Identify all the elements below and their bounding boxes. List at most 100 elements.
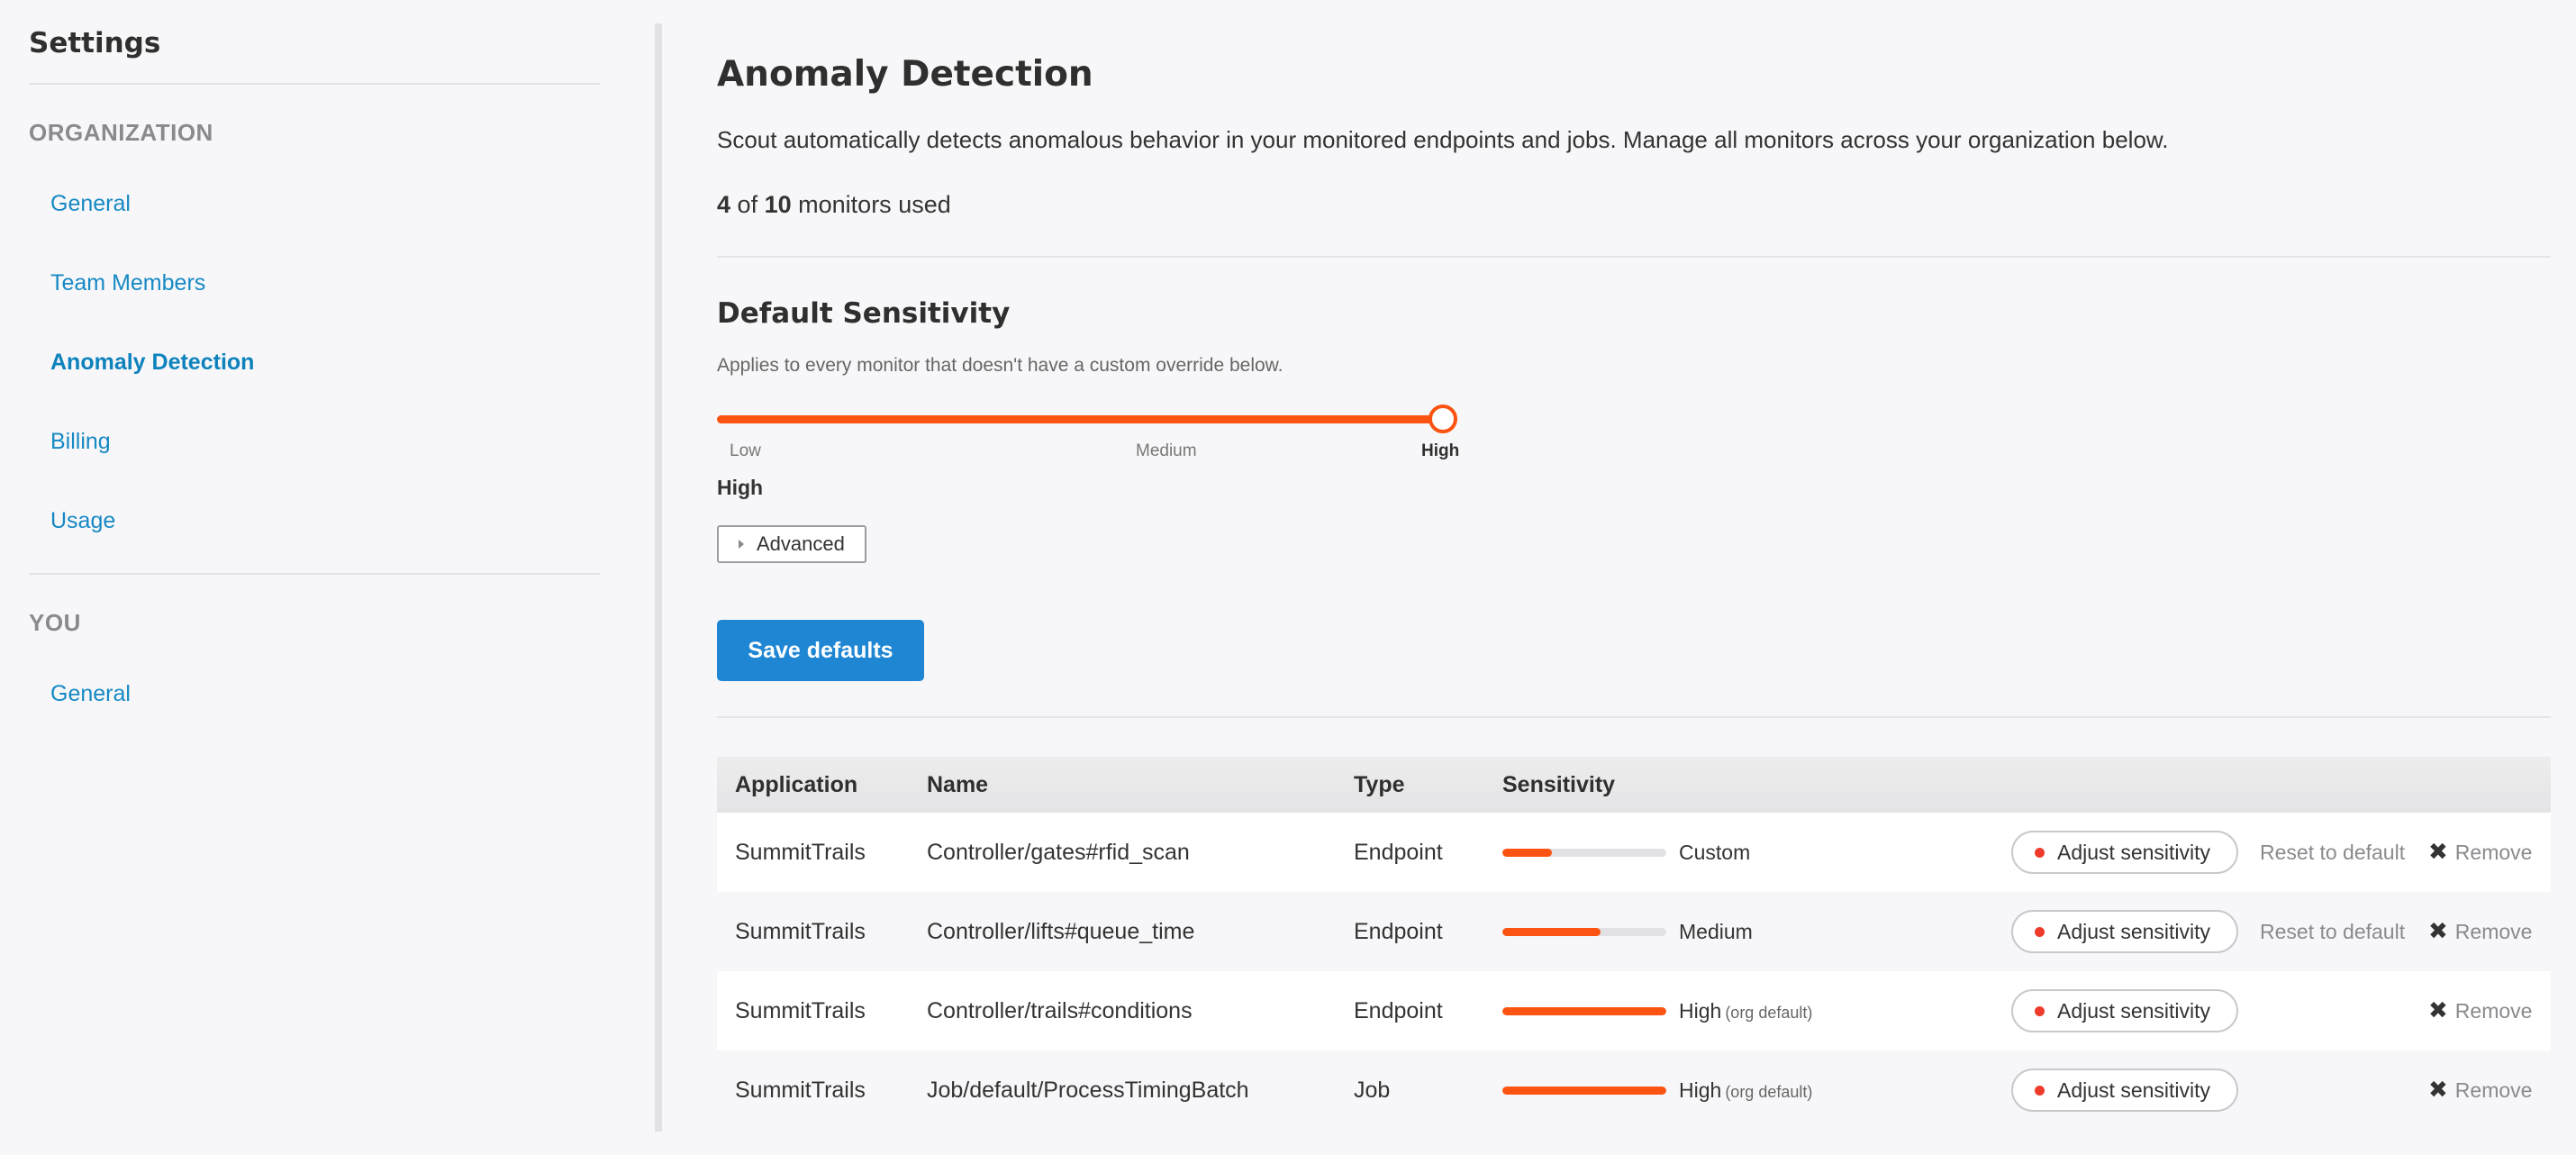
sidebar-item-billing[interactable]: Billing <box>29 402 600 481</box>
cell-name: Controller/gates#rfid_scan <box>927 839 1190 865</box>
slider-label-high: High <box>1421 441 1460 460</box>
remove-link[interactable]: ✖ Remove <box>2428 918 2532 945</box>
sidebar-item-usage[interactable]: Usage <box>29 481 600 560</box>
sensitivity-bar <box>1502 927 1666 936</box>
cell-application: SummitTrails <box>735 839 866 865</box>
cell-application: SummitTrails <box>735 997 866 1023</box>
sensitivity-bar-fill <box>1502 1086 1666 1095</box>
save-defaults-button[interactable]: Save defaults <box>717 620 924 681</box>
header-application: Application <box>735 771 858 797</box>
sidebar-item-team-members[interactable]: Team Members <box>29 243 600 323</box>
table-body: SummitTrails Controller/gates#rfid_scan … <box>717 813 2551 1130</box>
slider-label-low: Low <box>730 441 761 460</box>
you-heading: YOU <box>29 609 81 636</box>
default-sensitivity-title: Default Sensitivity <box>717 297 1011 330</box>
current-sensitivity-level: High <box>717 476 764 499</box>
adjust-sensitivity-button[interactable]: Adjust sensitivity <box>2011 831 2238 874</box>
caret-right-icon <box>739 540 744 549</box>
status-dot-icon <box>2035 1085 2045 1096</box>
default-sensitivity-description: Applies to every monitor that doesn't ha… <box>717 355 1283 376</box>
status-dot-icon <box>2035 847 2045 858</box>
remove-label: Remove <box>2454 919 2533 943</box>
close-x-icon: ✖ <box>2428 1077 2448 1104</box>
cell-application: SummitTrails <box>735 1077 866 1103</box>
usage-suffix: monitors used <box>798 191 951 218</box>
sidebar-item-org-general[interactable]: General <box>29 164 600 243</box>
sensitivity-label: Custom <box>1679 840 1751 864</box>
sensitivity-bar-fill <box>1502 1006 1666 1015</box>
sensitivity-label: Medium <box>1679 919 1753 943</box>
sidebar-item-you-general[interactable]: General <box>29 654 600 733</box>
cell-name: Job/default/ProcessTimingBatch <box>927 1077 1249 1103</box>
remove-link[interactable]: ✖ Remove <box>2428 997 2532 1024</box>
remove-link[interactable]: ✖ Remove <box>2428 839 2532 866</box>
adjust-label: Adjust sensitivity <box>2057 998 2211 1023</box>
sensitivity-bar <box>1502 848 1666 857</box>
sensitivity-note: (org default) <box>1725 1082 1813 1101</box>
usage-of: of <box>737 191 758 218</box>
close-x-icon: ✖ <box>2428 839 2448 866</box>
sensitivity-slider-track[interactable] <box>717 415 1457 423</box>
divider <box>717 716 2551 718</box>
advanced-toggle-button[interactable]: Advanced <box>717 525 866 563</box>
sensitivity-label: High <box>1679 1078 1722 1102</box>
remove-link[interactable]: ✖ Remove <box>2428 1077 2532 1104</box>
usage-total: 10 <box>764 191 792 218</box>
reset-to-default-link[interactable]: Reset to default <box>2260 920 2405 944</box>
sidebar-divider <box>29 573 600 575</box>
adjust-sensitivity-button[interactable]: Adjust sensitivity <box>2011 910 2238 953</box>
header-type: Type <box>1354 771 1405 797</box>
remove-label: Remove <box>2454 1078 2533 1102</box>
adjust-sensitivity-button[interactable]: Adjust sensitivity <box>2011 1069 2238 1112</box>
settings-sidebar: Settings ORGANIZATION General Team Membe… <box>29 23 600 733</box>
cell-type: Job <box>1354 1077 1391 1103</box>
cell-name: Controller/trails#conditions <box>927 997 1193 1023</box>
close-x-icon: ✖ <box>2428 997 2448 1024</box>
header-sensitivity: Sensitivity <box>1502 771 1616 797</box>
usage-used: 4 <box>717 191 731 218</box>
table-row: SummitTrails Controller/gates#rfid_scan … <box>717 813 2551 892</box>
sensitivity-label: High <box>1679 998 1722 1023</box>
sidebar-separator <box>655 23 662 1132</box>
cell-sensitivity: High (org default) <box>1679 1078 1812 1103</box>
table-row: SummitTrails Job/default/ProcessTimingBa… <box>717 1050 2551 1130</box>
remove-label: Remove <box>2454 840 2533 864</box>
status-dot-icon <box>2035 1005 2045 1016</box>
adjust-label: Adjust sensitivity <box>2057 1078 2211 1102</box>
table-row: SummitTrails Controller/lifts#queue_time… <box>717 892 2551 971</box>
header-name: Name <box>927 771 989 797</box>
page-title: Anomaly Detection <box>717 54 1093 95</box>
advanced-label: Advanced <box>757 532 845 555</box>
cell-sensitivity: Custom <box>1679 841 1754 865</box>
cell-type: Endpoint <box>1354 839 1443 865</box>
table-header: Application Name Type Sensitivity <box>717 757 2551 813</box>
cell-application: SummitTrails <box>735 918 866 944</box>
monitors-table: Application Name Type Sensitivity Summit… <box>717 757 2551 1130</box>
sensitivity-bar-fill <box>1502 848 1552 857</box>
monitor-usage: 4 of 10 monitors used <box>717 191 951 219</box>
cell-sensitivity: High (org default) <box>1679 999 1812 1023</box>
reset-to-default-link[interactable]: Reset to default <box>2260 841 2405 865</box>
divider <box>717 256 2551 258</box>
remove-label: Remove <box>2454 998 2533 1023</box>
sensitivity-slider-thumb[interactable] <box>1429 405 1457 433</box>
cell-sensitivity: Medium <box>1679 920 1756 944</box>
table-row: SummitTrails Controller/trails#condition… <box>717 971 2551 1050</box>
sidebar-title: Settings <box>29 23 600 85</box>
sensitivity-bar-fill <box>1502 927 1601 936</box>
page-description: Scout automatically detects anomalous be… <box>717 126 2169 153</box>
cell-type: Endpoint <box>1354 918 1443 944</box>
close-x-icon: ✖ <box>2428 918 2448 945</box>
cell-name: Controller/lifts#queue_time <box>927 918 1195 944</box>
sidebar-item-anomaly-detection[interactable]: Anomaly Detection <box>29 323 600 402</box>
cell-type: Endpoint <box>1354 997 1443 1023</box>
adjust-label: Adjust sensitivity <box>2057 840 2211 864</box>
sensitivity-bar <box>1502 1086 1666 1095</box>
sensitivity-bar <box>1502 1006 1666 1015</box>
organization-heading: ORGANIZATION <box>29 119 213 146</box>
adjust-label: Adjust sensitivity <box>2057 919 2211 943</box>
adjust-sensitivity-button[interactable]: Adjust sensitivity <box>2011 989 2238 1032</box>
status-dot-icon <box>2035 926 2045 937</box>
slider-label-medium: Medium <box>1136 441 1197 460</box>
sensitivity-note: (org default) <box>1725 1003 1813 1022</box>
